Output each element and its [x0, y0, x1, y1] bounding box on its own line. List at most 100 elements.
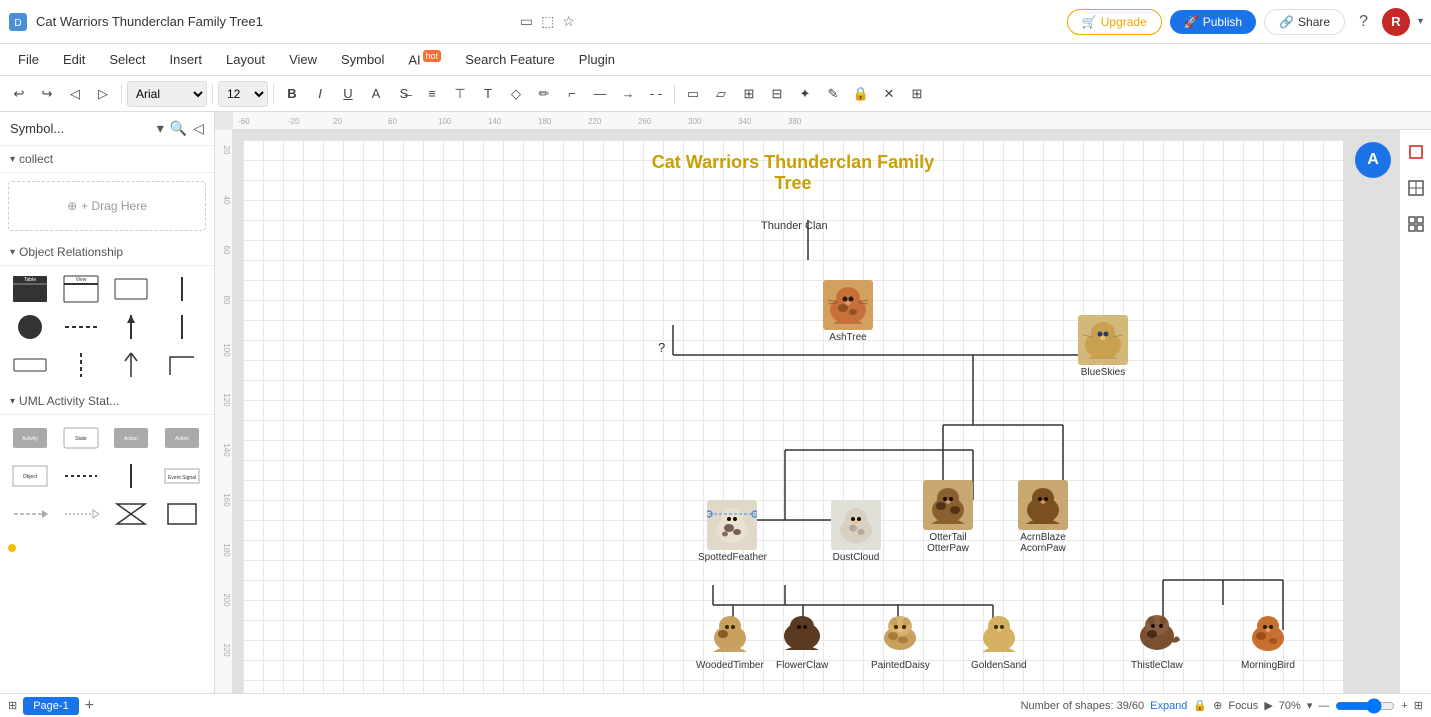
canvas-scroll[interactable]: Cat Warriors Thunderclan Family Tree — [233, 130, 1431, 699]
menu-edit[interactable]: Edit — [53, 48, 95, 71]
dash-button[interactable]: - - — [643, 81, 669, 107]
uml-state[interactable]: State — [59, 421, 103, 455]
share-button[interactable]: 🔗 Share — [1264, 9, 1345, 35]
shape4-button[interactable]: ⊞ — [736, 81, 762, 107]
uml-object[interactable]: Object — [8, 459, 52, 493]
edit-button[interactable]: ✎ — [820, 81, 846, 107]
window-icon-1[interactable]: ▭ — [520, 13, 533, 30]
account-caret[interactable]: ▾ — [1418, 16, 1423, 27]
node-woodedtimber[interactable]: WoodedTimber — [696, 608, 764, 671]
help-icon[interactable]: ? — [1359, 13, 1368, 31]
sidebar-dropdown-icon[interactable]: ▾ — [157, 120, 164, 137]
bold-button[interactable]: B — [279, 81, 305, 107]
menu-view[interactable]: View — [279, 48, 327, 71]
back-button[interactable]: ◁ — [62, 81, 88, 107]
zoom-dropdown[interactable]: ▾ — [1307, 699, 1313, 712]
map-icon[interactable] — [1402, 174, 1430, 202]
shape-button[interactable]: ◇ — [503, 81, 529, 107]
play-icon[interactable]: ▶ — [1264, 699, 1272, 712]
connector-button[interactable]: ⌐ — [559, 81, 585, 107]
publish-button[interactable]: 🚀 Publish — [1170, 10, 1256, 34]
node-ottertail[interactable]: OtterTailOtterPaw — [923, 480, 973, 554]
style-icon[interactable] — [1402, 138, 1430, 166]
shape-line-up[interactable] — [109, 310, 153, 344]
avatar[interactable]: R — [1382, 8, 1410, 36]
node-flowerclaw[interactable]: FlowerClaw — [776, 608, 828, 671]
section-uml-activity[interactable]: ▾ UML Activity Stat... — [0, 388, 214, 415]
upgrade-button[interactable]: 🛒 Upgrade — [1067, 9, 1162, 35]
menu-symbol[interactable]: Symbol — [331, 48, 394, 71]
drag-area[interactable]: ⊕ + Drag Here — [8, 181, 206, 231]
valign-button[interactable]: ⊤ — [447, 81, 473, 107]
node-goldensand[interactable]: GoldenSand — [971, 608, 1027, 671]
forward-button[interactable]: ▷ — [90, 81, 116, 107]
node-ashtree[interactable]: AshTree — [823, 280, 873, 343]
font-select[interactable]: Arial — [127, 81, 207, 107]
shape-dash-h[interactable] — [59, 310, 103, 344]
node-painteddaisy[interactable]: PaintedDaisy — [871, 608, 930, 671]
fullscreen-icon[interactable]: ⊞ — [1414, 699, 1423, 712]
uml-hourglass[interactable] — [109, 497, 153, 531]
cross-button[interactable]: ✕ — [876, 81, 902, 107]
shape-line-v[interactable] — [160, 272, 204, 306]
pen-button[interactable]: ✏ — [531, 81, 557, 107]
font-color-button[interactable]: A — [363, 81, 389, 107]
shape-rect[interactable] — [109, 272, 153, 306]
uml-line2[interactable] — [109, 459, 153, 493]
shape-view[interactable]: View — [59, 272, 103, 306]
align-button[interactable]: ≡ — [419, 81, 445, 107]
sidebar-search-icon[interactable]: 🔍 — [170, 120, 187, 137]
undo-button[interactable]: ↩ — [6, 81, 32, 107]
uml-arrow1[interactable] — [8, 497, 52, 531]
shape-table[interactable]: Table — [8, 272, 52, 306]
sparkle-button[interactable]: ✦ — [792, 81, 818, 107]
window-icon-2[interactable]: ⬚ — [541, 13, 554, 30]
redo-button[interactable]: ↪ — [34, 81, 60, 107]
uml-action2[interactable]: Action — [160, 421, 204, 455]
layers-icon[interactable]: ⊕ — [1213, 699, 1222, 712]
strikethrough-button[interactable]: S̶ — [391, 81, 417, 107]
grid-button[interactable]: ⊞ — [904, 81, 930, 107]
lock-icon[interactable]: 🔒 — [1193, 699, 1207, 712]
menu-ai[interactable]: AIhot — [398, 47, 451, 71]
uml-label[interactable]: Event Signal — [160, 459, 204, 493]
menu-plugin[interactable]: Plugin — [569, 48, 625, 71]
canvas-container[interactable]: -60 -20 20 60 100 140 180 220 260 300 34… — [215, 112, 1431, 717]
shape-arrow-up[interactable] — [109, 348, 153, 382]
add-tab[interactable]: + — [85, 697, 94, 715]
page-icon[interactable]: ⊞ — [8, 699, 17, 712]
sidebar-collapse-icon[interactable]: ◁ — [193, 120, 204, 137]
line-style-button[interactable]: — — [587, 81, 613, 107]
node-acornblaze[interactable]: AcrnBlazeAcornPaw — [1018, 480, 1068, 554]
shape-dash-v[interactable] — [59, 348, 103, 382]
underline-button[interactable]: U — [335, 81, 361, 107]
window-icon-3[interactable]: ☆ — [562, 13, 575, 30]
shape5-button[interactable]: ⊟ — [764, 81, 790, 107]
menu-insert[interactable]: Insert — [160, 48, 213, 71]
uml-action[interactable]: Action — [109, 421, 153, 455]
shape2-button[interactable]: ▭ — [680, 81, 706, 107]
italic-button[interactable]: I — [307, 81, 333, 107]
uml-arrow2[interactable] — [59, 497, 103, 531]
focus-label[interactable]: Focus — [1228, 700, 1258, 712]
menu-search-feature[interactable]: Search Feature — [455, 48, 565, 71]
section-collect[interactable]: ▾ collect — [0, 146, 214, 173]
uml-dash2[interactable] — [59, 459, 103, 493]
node-dustcloud[interactable]: DustCloud — [831, 500, 881, 563]
grid-icon[interactable] — [1402, 210, 1430, 238]
shape-corner[interactable] — [160, 348, 204, 382]
node-spottedfeather[interactable]: SpottedFeather — [698, 500, 767, 563]
expand-link[interactable]: Expand — [1150, 700, 1187, 712]
lock-button[interactable]: 🔒 — [848, 81, 874, 107]
shape-line-v2[interactable] — [160, 310, 204, 344]
shape-circle[interactable] — [8, 310, 52, 344]
shape3-button[interactable]: ▱ — [708, 81, 734, 107]
zoom-in[interactable]: + — [1401, 700, 1407, 712]
zoom-out[interactable]: — — [1318, 700, 1329, 712]
font-size-select[interactable]: 12 — [218, 81, 268, 107]
uml-activity[interactable]: Activity — [8, 421, 52, 455]
section-object-relationship[interactable]: ▾ Object Relationship — [0, 239, 214, 266]
arrow-button[interactable]: → — [615, 81, 641, 107]
text-button[interactable]: T — [475, 81, 501, 107]
zoom-slider[interactable] — [1335, 698, 1395, 714]
